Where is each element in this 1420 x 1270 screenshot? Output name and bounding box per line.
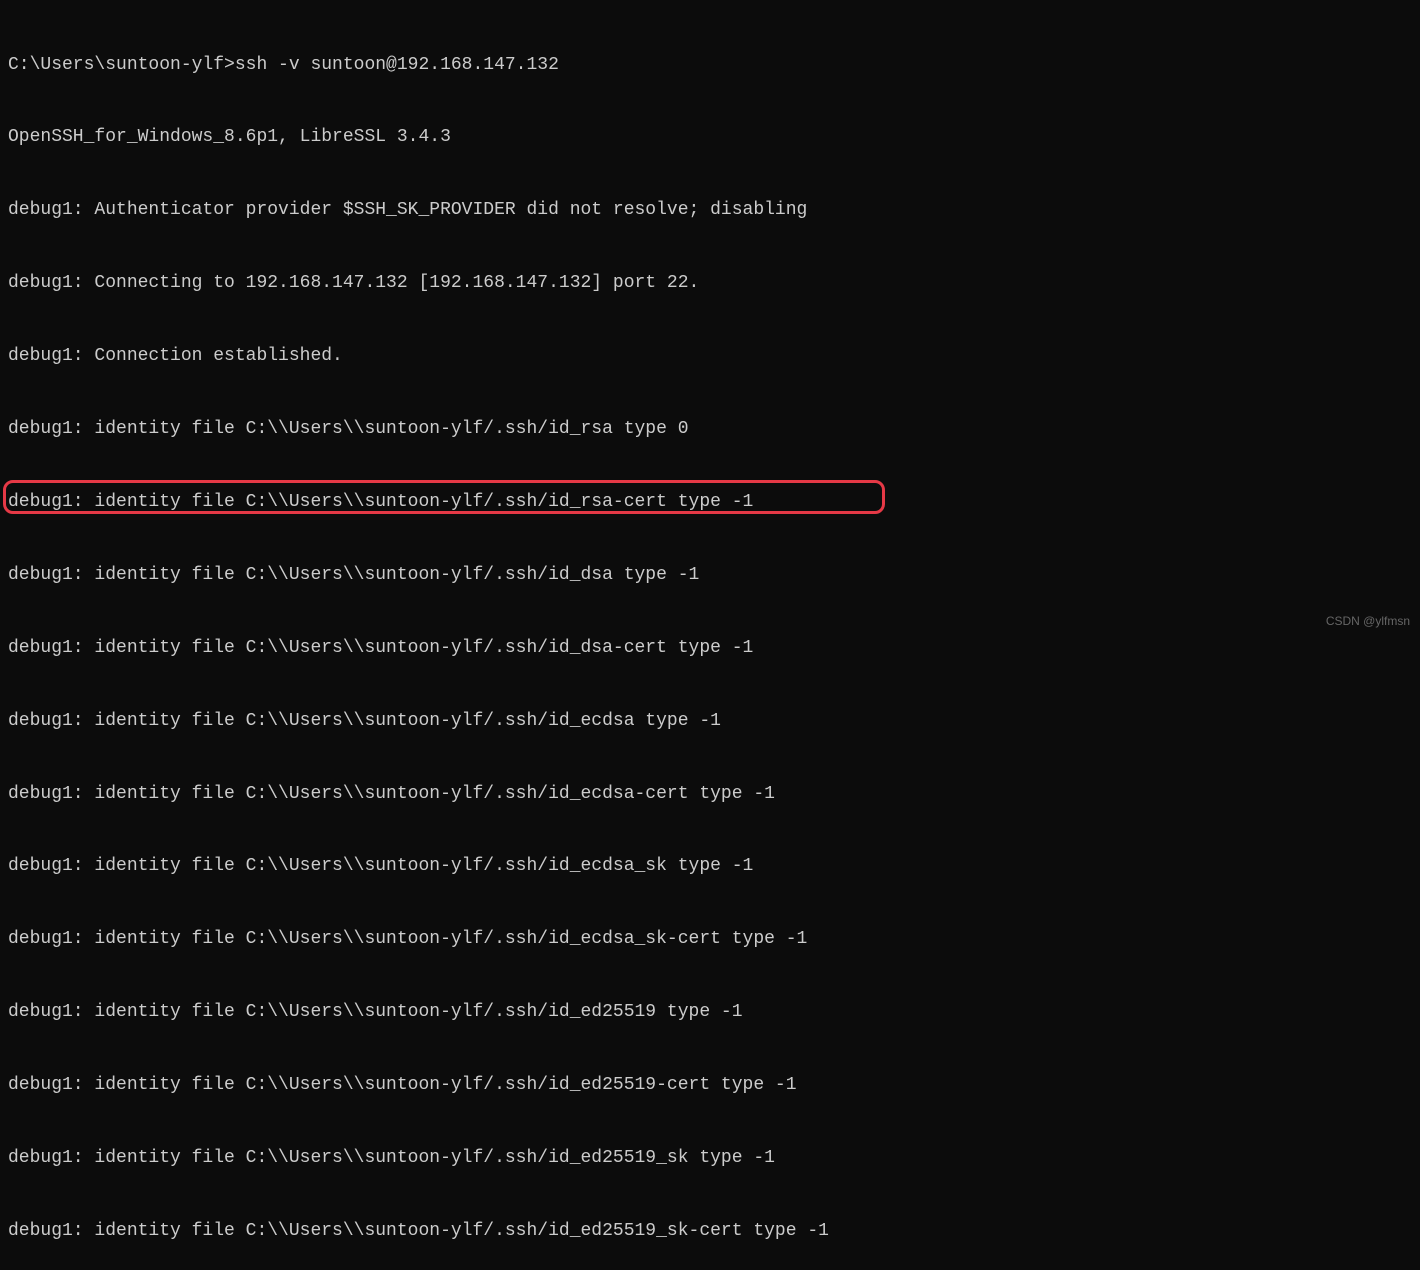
terminal-line: debug1: Authenticator provider $SSH_SK_P… (8, 198, 1412, 222)
terminal-line: OpenSSH_for_Windows_8.6p1, LibreSSL 3.4.… (8, 125, 1412, 149)
terminal-line: debug1: Connecting to 192.168.147.132 [1… (8, 271, 1412, 295)
terminal-line: debug1: identity file C:\\Users\\suntoon… (8, 1219, 1412, 1243)
terminal-line: debug1: identity file C:\\Users\\suntoon… (8, 1073, 1412, 1097)
terminal-line: C:\Users\suntoon-ylf>ssh -v suntoon@192.… (8, 53, 1412, 77)
watermark-text: CSDN @ylfmsn (1326, 613, 1410, 629)
terminal-line: debug1: identity file C:\\Users\\suntoon… (8, 854, 1412, 878)
terminal-output[interactable]: C:\Users\suntoon-ylf>ssh -v suntoon@192.… (8, 4, 1412, 1270)
terminal-line: debug1: identity file C:\\Users\\suntoon… (8, 417, 1412, 441)
terminal-line: debug1: Connection established. (8, 344, 1412, 368)
terminal-line: debug1: identity file C:\\Users\\suntoon… (8, 636, 1412, 660)
terminal-line: debug1: identity file C:\\Users\\suntoon… (8, 563, 1412, 587)
terminal-line: debug1: identity file C:\\Users\\suntoon… (8, 709, 1412, 733)
terminal-line: debug1: identity file C:\\Users\\suntoon… (8, 1146, 1412, 1170)
terminal-line: debug1: identity file C:\\Users\\suntoon… (8, 490, 1412, 514)
terminal-line: debug1: identity file C:\\Users\\suntoon… (8, 927, 1412, 951)
terminal-line: debug1: identity file C:\\Users\\suntoon… (8, 782, 1412, 806)
terminal-line: debug1: identity file C:\\Users\\suntoon… (8, 1000, 1412, 1024)
